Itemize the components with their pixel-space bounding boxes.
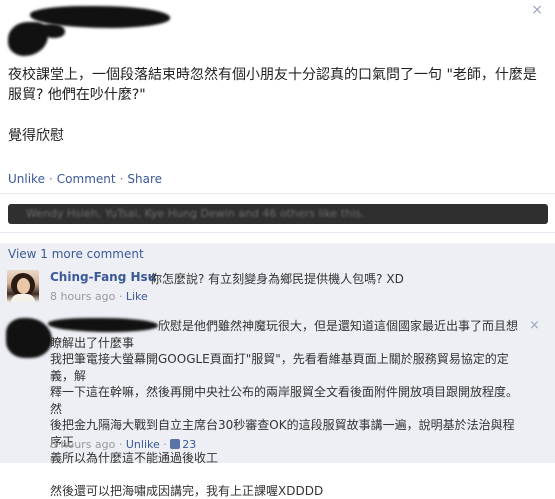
comment-author[interactable]: Ching-Fang Hsu xyxy=(50,270,156,284)
comment-text: 你怎麼說? 有立刻變身為鄉民提供機人包嗎? XD xyxy=(150,270,404,287)
comment-line: 瞭解出了什麼事 xyxy=(50,335,520,352)
post-body-line: 服貿? 他們在吵什麼?" xyxy=(8,85,543,105)
avatar[interactable] xyxy=(7,270,39,302)
like-link[interactable]: Like xyxy=(126,290,148,303)
separator: · xyxy=(119,290,123,303)
close-icon[interactable]: × xyxy=(529,318,540,333)
separator: · xyxy=(163,438,167,451)
close-icon[interactable]: × xyxy=(531,2,543,18)
facebook-post-card: × 夜校課堂上，一個段落結束時忽然有個小朋友十分認真的口氣問了一句 "老師，什麼… xyxy=(0,0,555,463)
like-count[interactable]: 23 xyxy=(170,438,196,451)
comment-meta: 8 hours ago · Like xyxy=(50,290,148,303)
post-body: 夜校課堂上，一個段落結束時忽然有個小朋友十分認真的口氣問了一句 "老師，什麼是 … xyxy=(8,65,543,105)
comment-line: 義所以為什麼這不能通過後收工 xyxy=(50,450,520,467)
likes-bar-redacted: Wendy Hsieh, YuTsai, Kye Hung Dewin and … xyxy=(8,204,548,224)
likes-text: Wendy Hsieh, YuTsai, Kye Hung Dewin and … xyxy=(8,204,548,224)
avatar-face xyxy=(17,278,30,294)
post-body-sign: 覺得欣慰 xyxy=(8,125,64,145)
separator: · xyxy=(49,172,53,186)
comment-timestamp[interactable]: 8 hours ago xyxy=(50,290,115,303)
comment-line: 我把筆電接大螢幕開GOOGLE頁面打"服貿"，先看看維基頁面上關於服務貿易協定的… xyxy=(50,351,520,384)
share-link[interactable]: Share xyxy=(127,172,162,186)
comment-line xyxy=(50,467,520,483)
comment-meta: 8 hours ago · Unlike · 23 xyxy=(50,438,196,451)
separator: · xyxy=(119,438,123,451)
post-body-line: 夜校課堂上，一個段落結束時忽然有個小朋友十分認真的口氣問了一句 "老師，什麼是 xyxy=(8,65,543,85)
thumbs-up-icon xyxy=(170,439,180,449)
comment-link[interactable]: Comment xyxy=(57,172,116,186)
like-count-value: 23 xyxy=(182,438,196,451)
avatar-shirt xyxy=(11,294,35,302)
divider xyxy=(0,232,555,233)
comment-line: 然後還可以把海嘯成因講完，我有上正課喔XDDDD xyxy=(50,483,520,499)
post-actions: Unlike·Comment·Share xyxy=(8,172,162,186)
comment-line: 釋一下這在幹嘛，然後再開中央社公布的兩岸服貿全文看後面附件開放項目跟開放程度。然 xyxy=(50,384,520,417)
divider xyxy=(0,193,555,194)
comment-text: 欣慰是他們雖然神魔玩很大，但是還知道這個國家最近出事了而且想 瞭解出了什麼事 我… xyxy=(50,318,520,499)
comment-line: 欣慰是他們雖然神魔玩很大，但是還知道這個國家最近出事了而且想 xyxy=(50,318,520,335)
unlike-link[interactable]: Unlike xyxy=(8,172,45,186)
comment-timestamp[interactable]: 8 hours ago xyxy=(50,438,115,451)
unlike-link[interactable]: Unlike xyxy=(126,438,160,451)
redacted-header-part xyxy=(40,24,65,38)
view-more-comments-link[interactable]: View 1 more comment xyxy=(0,243,555,265)
redacted-avatar xyxy=(6,318,52,358)
separator: · xyxy=(120,172,124,186)
